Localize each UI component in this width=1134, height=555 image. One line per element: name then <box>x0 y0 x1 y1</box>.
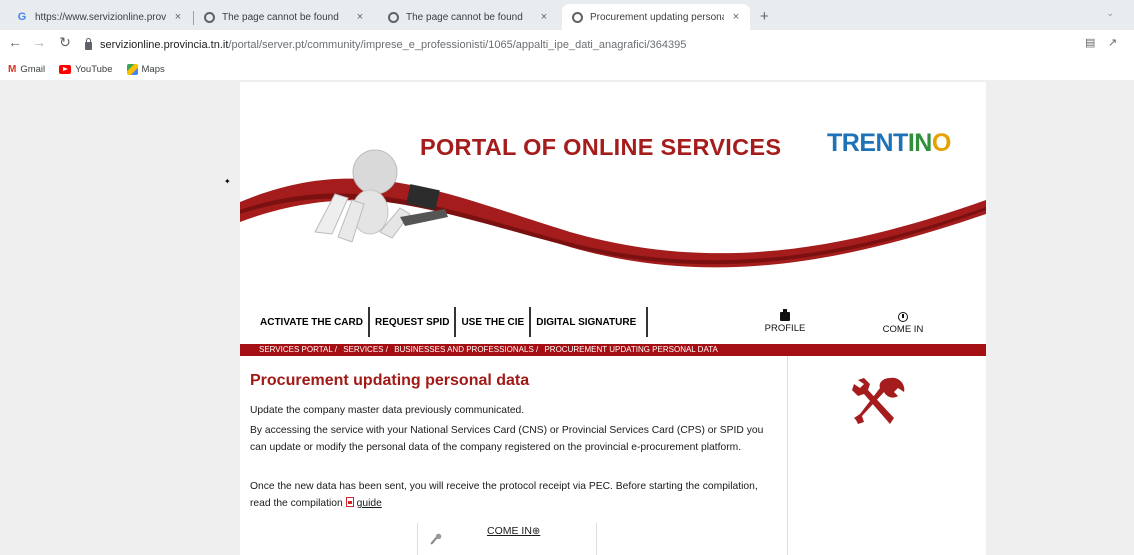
breadcrumb-item[interactable]: BUSINESSES AND PROFESSIONALS / <box>394 345 538 354</box>
arrow-circle-icon: ⊕ <box>531 526 541 537</box>
forward-arrow-icon[interactable]: → <box>30 34 48 50</box>
access-paragraph: By accessing the service with your Natio… <box>250 425 764 453</box>
main-content: Procurement updating personal data Updat… <box>240 356 788 555</box>
browser-tab-active[interactable]: Procurement updating personal × <box>562 4 750 30</box>
back-arrow-icon[interactable]: ← <box>6 34 24 50</box>
close-tab-icon[interactable]: × <box>354 11 366 23</box>
profile-label: PROFILE <box>764 323 806 334</box>
intro-paragraph: Update the company master data previousl… <box>250 405 525 416</box>
breadcrumb-item[interactable]: SERVICES PORTAL / <box>259 345 337 354</box>
browser-toolbar: ← → ↻ servizionline.provincia.tn.it/port… <box>0 30 1134 58</box>
menu-activate-card[interactable]: ACTIVATE THE CARD <box>254 307 370 337</box>
maps-icon <box>126 63 138 75</box>
pdf-icon <box>345 497 354 507</box>
portal-page: PORTAL OF ONLINE SERVICES TRENTINO ACTIV… <box>240 82 986 555</box>
tab-search-chevron-icon[interactable]: ⌄ <box>1106 8 1114 19</box>
menu-digital-signature[interactable]: DIGITAL SIGNATURE <box>531 307 649 337</box>
close-tab-icon[interactable]: × <box>538 11 550 23</box>
url-host: servizionline.provincia.tn.it <box>100 38 229 51</box>
user-circle-icon <box>898 312 908 322</box>
globe-icon <box>388 11 399 23</box>
breadcrumb-item[interactable]: SERVICES / <box>343 345 388 354</box>
header-banner <box>240 149 986 268</box>
page-viewport: ✦ PORTAL OF ONLINE SERVICES TRENTINO ACT… <box>0 80 1134 555</box>
portal-title: PORTAL OF ONLINE SERVICES <box>420 134 782 160</box>
main-menu: ACTIVATE THE CARD REQUEST SPID USE THE C… <box>254 307 649 337</box>
browser-tab-2[interactable]: The page cannot be found × <box>194 6 374 28</box>
bookmarks-bar: M Gmail YouTube Maps <box>0 58 1134 80</box>
key-icon <box>430 533 442 545</box>
receipt-text: Once the new data has been sent, you wil… <box>250 481 758 509</box>
login-label: COME IN <box>882 324 924 335</box>
guide-link[interactable]: guide <box>357 498 382 509</box>
youtube-icon <box>59 64 72 74</box>
breadcrumb-current: PROCUREMENT UPDATING PERSONAL DATA <box>544 345 718 354</box>
share-icon[interactable]: ↗ <box>1108 36 1117 49</box>
bookmark-label: Gmail <box>20 63 46 75</box>
tab-title: The page cannot be found <box>222 11 339 23</box>
tab-title: Procurement updating personal <box>590 11 724 23</box>
browser-tab-3[interactable]: The page cannot be found × <box>378 6 558 28</box>
tools-icon <box>852 377 905 424</box>
tab-title: The page cannot be found <box>406 11 523 23</box>
address-bar[interactable]: servizionline.provincia.tn.it/portal/ser… <box>85 34 1085 55</box>
briefcase-icon <box>780 309 790 321</box>
translate-icon[interactable]: ▤ <box>1085 36 1095 49</box>
come-in-button[interactable]: COME IN⊕ <box>487 525 540 537</box>
bookmark-youtube[interactable]: YouTube <box>59 63 113 75</box>
receipt-paragraph: Once the new data has been sent, you wil… <box>250 478 770 512</box>
new-tab-button[interactable]: + <box>760 8 769 25</box>
trentino-logo[interactable]: TRENTINO <box>827 129 951 158</box>
menu-use-cie[interactable]: USE THE CIE <box>456 307 532 337</box>
page-title: Procurement updating personal data <box>250 372 530 389</box>
google-icon: G <box>17 11 27 23</box>
bookmark-label: Maps <box>141 63 165 75</box>
come-in-box: COME IN⊕ <box>417 523 597 555</box>
profile-link[interactable]: PROFILE <box>750 309 820 334</box>
bookmark-gmail[interactable]: M Gmail <box>8 64 45 75</box>
bookmark-maps[interactable]: Maps <box>126 63 165 75</box>
gmail-icon: M <box>8 63 17 75</box>
bookmark-label: YouTube <box>75 63 113 75</box>
browser-tabstrip: G https://www.servizionline.provin × The… <box>0 0 1134 30</box>
url-path: /portal/server.pt/community/imprese_e_pr… <box>228 38 687 51</box>
browser-tab-1[interactable]: G https://www.servizionline.provin × <box>6 6 192 28</box>
figure-illustration <box>314 149 448 243</box>
close-tab-icon[interactable]: × <box>172 11 184 23</box>
lock-icon <box>85 38 92 50</box>
tab-title: https://www.servizionline.provin <box>35 11 166 23</box>
reload-icon[interactable]: ↻ <box>56 34 74 51</box>
close-tab-icon[interactable]: × <box>730 11 742 23</box>
globe-icon <box>204 11 215 23</box>
menu-request-spid[interactable]: REQUEST SPID <box>370 307 457 337</box>
breadcrumb: SERVICES PORTAL / SERVICES / BUSINESSES … <box>240 344 986 356</box>
login-link[interactable]: COME IN <box>868 312 938 335</box>
globe-icon <box>572 11 583 23</box>
mouse-cursor: ✦ <box>224 177 231 186</box>
